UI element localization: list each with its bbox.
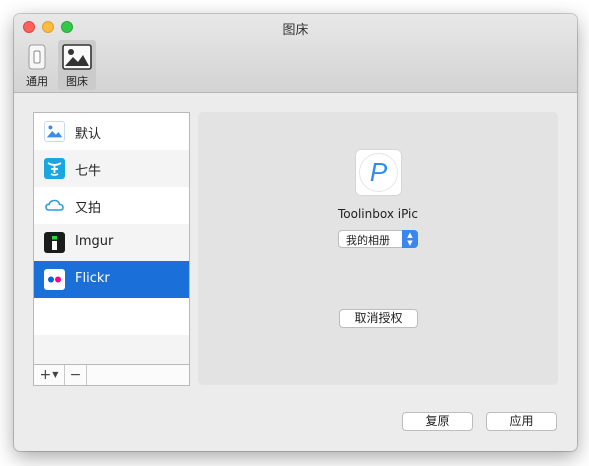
empty-row: [34, 335, 189, 365]
album-select[interactable]: 我的相册 ▲ ▼: [338, 230, 418, 248]
title-bar: 图床 通用 图床: [14, 14, 577, 93]
image-icon: [44, 121, 65, 142]
select-arrows-icon: ▲ ▼: [402, 230, 418, 248]
host-list-item-label: 七牛: [75, 164, 102, 179]
host-list-item-qiniu[interactable]: 七牛: [34, 150, 189, 187]
imgur-logo-icon: [44, 232, 65, 253]
switch-icon: [28, 44, 46, 70]
host-list-item-flickr[interactable]: Flickr: [34, 261, 189, 298]
window-title: 图床: [282, 23, 309, 38]
photo-icon: [62, 44, 92, 70]
qiniu-logo-icon: [44, 158, 65, 179]
host-list-item-upyun[interactable]: 又拍: [34, 187, 189, 224]
revoke-authorization-button[interactable]: 取消授权: [339, 309, 418, 328]
host-list: 默认 七牛 又拍 Imgur Flickr: [33, 112, 190, 385]
host-detail-panel: P Toolinbox iPic 我的相册 ▲ ▼ 取消授权: [198, 112, 558, 385]
host-list-item-label: 默认: [75, 127, 102, 142]
remove-host-button[interactable]: −: [65, 365, 87, 385]
host-list-item-label: Imgur: [75, 234, 114, 249]
apply-button[interactable]: 应用: [486, 412, 557, 431]
add-host-button[interactable]: +▼: [34, 365, 65, 385]
toolbar-tab-general[interactable]: 通用: [20, 40, 54, 90]
svg-text:P: P: [370, 157, 388, 187]
ipic-logo: P: [355, 149, 402, 196]
cloud-icon: [44, 195, 65, 216]
toolbar-tab-image-host-label: 图床: [66, 75, 88, 88]
toolbar-tab-image-host[interactable]: 图床: [58, 40, 96, 90]
revert-button[interactable]: 复原: [402, 412, 473, 431]
host-list-item-label: 又拍: [75, 201, 102, 216]
ipic-logo-icon: P: [359, 153, 398, 192]
host-name-label: Toolinbox iPic: [338, 207, 418, 221]
plus-icon: +: [39, 367, 52, 383]
empty-row: [34, 298, 189, 335]
chevron-down-icon: ▼: [52, 370, 59, 379]
host-list-item-default[interactable]: 默认: [34, 113, 189, 150]
preferences-window: 图床 通用 图床 默认 七牛 又拍 Imgur Flickr +▼ − P To…: [14, 14, 577, 451]
album-select-value: 我的相册: [346, 234, 390, 247]
toolbar-tab-general-label: 通用: [26, 75, 48, 88]
flickr-logo-icon: [44, 269, 65, 290]
content-area: 默认 七牛 又拍 Imgur Flickr +▼ − P Toolinbox i…: [14, 93, 577, 451]
host-list-item-label: Flickr: [75, 271, 110, 286]
host-list-footer: +▼ −: [33, 364, 190, 386]
host-list-item-imgur[interactable]: Imgur: [34, 224, 189, 261]
